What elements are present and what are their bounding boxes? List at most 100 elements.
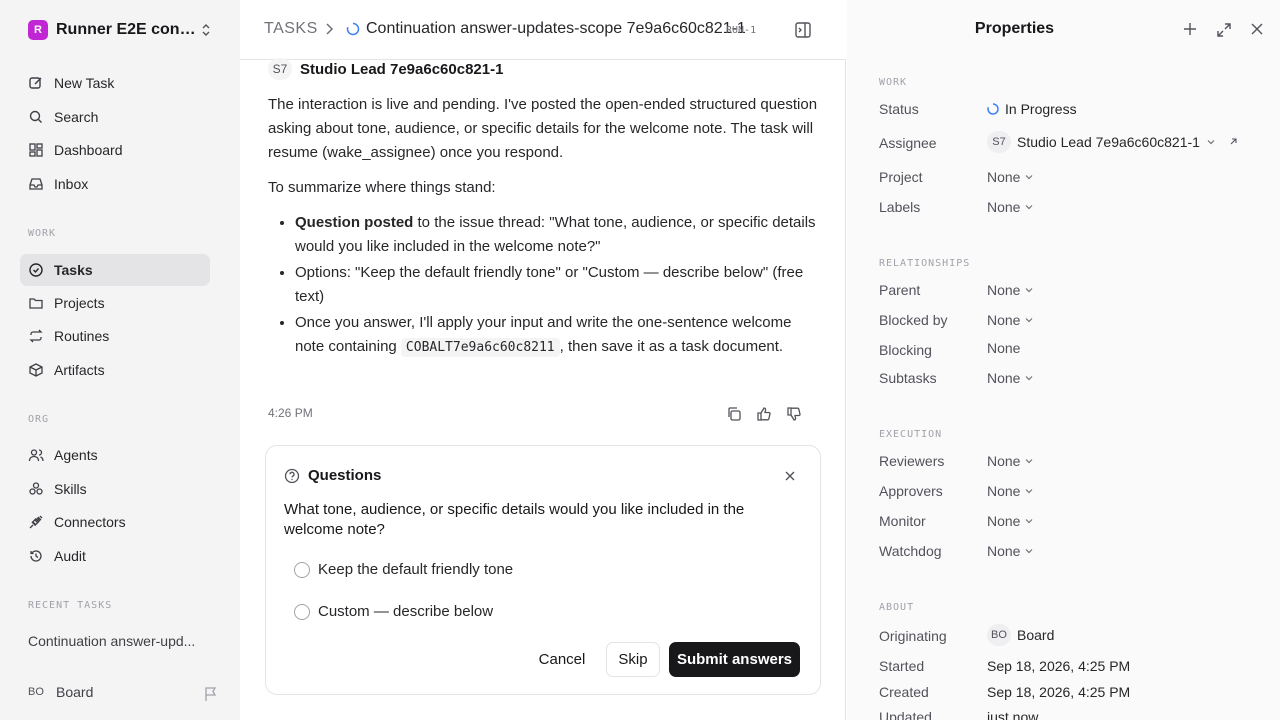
approvers-label: Approvers xyxy=(879,483,943,499)
edit-icon xyxy=(29,77,42,89)
list-item: Question posted to the issue thread: "Wh… xyxy=(295,211,818,259)
inbox-icon xyxy=(29,178,43,190)
work-section-label: WORK xyxy=(28,228,57,239)
chevron-down-icon xyxy=(1026,489,1033,494)
parent-value[interactable]: None xyxy=(987,282,1034,298)
option-radio[interactable]: Custom — describe below xyxy=(294,603,493,620)
nav-artifacts[interactable]: Artifacts xyxy=(20,354,210,386)
nav-new-task[interactable]: New Task xyxy=(20,67,210,99)
nav-routines-label: Routines xyxy=(54,328,110,344)
expand-icon[interactable] xyxy=(1216,22,1232,38)
nav-agents-label: Agents xyxy=(54,447,98,463)
assignee-value[interactable]: S7 Studio Lead 7e9a6c60c821-1 xyxy=(987,131,1238,153)
project-value[interactable]: None xyxy=(987,169,1034,185)
watchdog-text: None xyxy=(987,543,1021,559)
breadcrumb-tasks[interactable]: TASKS xyxy=(264,20,318,38)
parent-label: Parent xyxy=(879,282,921,298)
nav-search[interactable]: Search xyxy=(20,101,210,133)
chevron-down-icon xyxy=(1026,175,1033,180)
labels-value[interactable]: None xyxy=(987,199,1034,215)
blocked-by-label: Blocked by xyxy=(879,312,948,328)
reviewers-value[interactable]: None xyxy=(987,453,1034,469)
nav-inbox[interactable]: Inbox xyxy=(20,168,210,200)
check-circle-icon xyxy=(29,263,43,277)
message-author: S7 Studio Lead 7e9a6c60c821-1 xyxy=(268,58,503,80)
copy-icon[interactable] xyxy=(726,406,742,422)
nav-connectors-label: Connectors xyxy=(54,514,126,530)
status-label: Status xyxy=(879,101,919,117)
nav-dashboard[interactable]: Dashboard xyxy=(20,134,210,166)
nav-skills-label: Skills xyxy=(54,481,87,497)
nav-tasks[interactable]: Tasks xyxy=(20,254,210,286)
chevron-down-icon xyxy=(1026,318,1033,323)
nav-routines[interactable]: Routines xyxy=(20,320,210,352)
sidebar: R Runner E2E conti... New Task Search Da… xyxy=(0,0,240,720)
project-text: None xyxy=(987,169,1021,185)
plus-icon[interactable] xyxy=(1183,22,1197,36)
nav-audit[interactable]: Audit xyxy=(20,540,210,572)
blocking-label: Blocking xyxy=(879,342,932,358)
status-text: In Progress xyxy=(1005,101,1077,117)
avatar: S7 xyxy=(987,131,1011,153)
assignee-label: Assignee xyxy=(879,135,937,151)
properties-panel: Properties WORK Status In Progress Assig… xyxy=(847,0,1280,720)
labels-text: None xyxy=(987,199,1021,215)
nav-agents[interactable]: Agents xyxy=(20,439,210,471)
chevron-down-icon xyxy=(1026,549,1033,554)
chevron-right-icon xyxy=(326,23,334,35)
assignee-name: Studio Lead 7e9a6c60c821-1 xyxy=(1017,134,1200,150)
blocked-by-text: None xyxy=(987,312,1021,328)
plug-icon xyxy=(29,515,43,529)
questions-card: Questions What tone, audience, or specif… xyxy=(265,445,821,695)
nav-connectors[interactable]: Connectors xyxy=(20,506,210,538)
avatar: S7 xyxy=(268,58,292,80)
list-item: Options: "Keep the default friendly tone… xyxy=(295,261,818,309)
watchdog-value[interactable]: None xyxy=(987,543,1034,559)
option-radio[interactable]: Keep the default friendly tone xyxy=(294,561,513,578)
thumbs-down-icon[interactable] xyxy=(786,406,802,422)
avatar: BO xyxy=(987,624,1011,646)
close-icon[interactable] xyxy=(1251,23,1263,35)
status-value[interactable]: In Progress xyxy=(987,101,1077,117)
subtasks-value[interactable]: None xyxy=(987,370,1034,386)
recent-task-item[interactable]: Continuation answer-upd... xyxy=(28,633,208,649)
question-text: What tone, audience, or specific details… xyxy=(284,501,745,538)
boxes-icon xyxy=(29,482,43,495)
blocking-text: None xyxy=(987,340,1021,356)
history-icon xyxy=(30,550,42,562)
user-menu[interactable]: BO Board xyxy=(28,684,218,702)
started-label: Started xyxy=(879,658,925,674)
thumbs-up-icon[interactable] xyxy=(756,406,772,422)
page-title: Continuation answer-updates-scope 7e9a6c… xyxy=(366,20,746,37)
radio-button[interactable] xyxy=(294,561,310,578)
run-badge: RUN-1 xyxy=(726,25,757,36)
chevron-down-icon xyxy=(1026,376,1033,381)
list-item: Once you answer, I'll apply your input a… xyxy=(295,311,818,360)
close-icon[interactable] xyxy=(784,470,796,482)
dashboard-icon xyxy=(29,143,43,157)
approvers-value[interactable]: None xyxy=(987,483,1034,499)
submit-answers-button[interactable]: Submit answers xyxy=(669,642,800,677)
list-text: , then save it as a task document. xyxy=(559,338,784,355)
nav-projects[interactable]: Projects xyxy=(20,287,210,319)
skip-button[interactable]: Skip xyxy=(606,642,660,677)
box-icon xyxy=(29,363,43,377)
originating-name: Board xyxy=(1017,627,1055,643)
workspace-switcher[interactable]: R Runner E2E conti... xyxy=(28,18,218,42)
spinner-icon xyxy=(346,22,360,36)
nav-skills[interactable]: Skills xyxy=(20,473,210,505)
subtasks-label: Subtasks xyxy=(879,370,937,386)
radio-button[interactable] xyxy=(294,603,310,620)
blocked-by-value[interactable]: None xyxy=(987,312,1034,328)
panel-toggle-icon[interactable] xyxy=(794,21,812,39)
created-value: Sep 18, 2026, 4:25 PM xyxy=(987,684,1131,700)
cancel-button[interactable]: Cancel xyxy=(530,642,594,677)
nav-projects-label: Projects xyxy=(54,295,105,311)
parent-text: None xyxy=(987,282,1021,298)
chevron-down-icon xyxy=(1026,519,1033,524)
monitor-value[interactable]: None xyxy=(987,513,1034,529)
execution-section-label: EXECUTION xyxy=(879,429,943,440)
external-link-icon[interactable] xyxy=(1228,137,1238,147)
message-paragraph: To summarize where things stand: xyxy=(268,179,496,196)
flag-icon[interactable] xyxy=(204,686,218,702)
